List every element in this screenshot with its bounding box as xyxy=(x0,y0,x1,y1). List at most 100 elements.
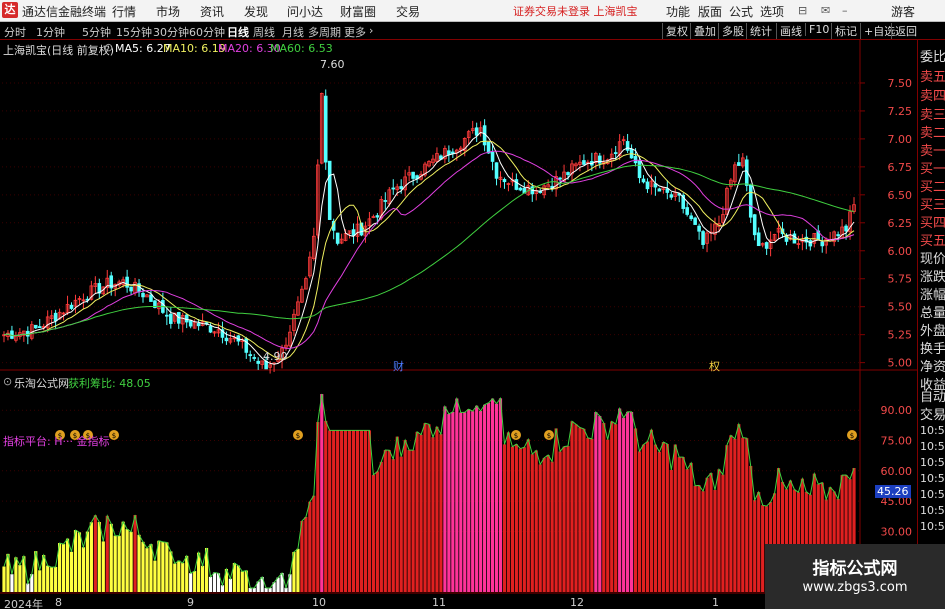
candle-body xyxy=(355,223,360,237)
candle-body xyxy=(451,151,455,154)
indicator-bar xyxy=(741,437,745,592)
menu-trade[interactable]: 交易 xyxy=(396,3,420,20)
finance-event-mark[interactable]: 财 xyxy=(393,358,404,374)
f10-button[interactable]: F10 xyxy=(805,23,832,36)
candle-body xyxy=(153,300,157,309)
period-15min[interactable]: 15分钟 xyxy=(116,24,152,40)
period-30min[interactable]: 30分钟 xyxy=(153,24,189,40)
candle-body xyxy=(204,322,209,325)
stats-button[interactable]: 统计 xyxy=(746,23,775,39)
candle-body xyxy=(323,95,328,163)
back-button[interactable]: 返回 xyxy=(891,23,920,39)
adjust-button[interactable]: 复权 xyxy=(662,23,691,39)
candle-body xyxy=(339,238,344,244)
menu-ask[interactable]: 问小达 xyxy=(287,3,323,20)
period-multi[interactable]: 多周期 xyxy=(308,24,341,40)
kline-chart[interactable]: $ $ $ $ $ $ $ $ 7.507.257.006.756.506.256.005.7… xyxy=(0,0,945,609)
period-1min[interactable]: 1分钟 xyxy=(36,24,65,40)
indicator-bar xyxy=(18,565,22,592)
quote-side-panel: 委比 卖五 卖四 卖三 卖二 卖一 买一 买二 买三 买四 买五 现价 涨跌 涨… xyxy=(917,40,945,609)
candle-body xyxy=(764,242,769,249)
candle-body xyxy=(435,153,439,162)
overlay-button[interactable]: 叠加 xyxy=(690,23,719,39)
period-5min[interactable]: 5分钟 xyxy=(82,24,111,40)
panel-label-bid2: 买二 xyxy=(920,180,945,195)
menu-options[interactable]: 选项 xyxy=(760,3,784,20)
candle-body xyxy=(737,162,741,166)
skin-icon[interactable]: ⊟ xyxy=(798,4,807,17)
candle-body xyxy=(526,185,531,196)
candle-body xyxy=(18,332,22,337)
tick-time-2: 10:54 xyxy=(920,440,945,453)
indicator-bar xyxy=(54,566,58,592)
minimize-icon[interactable]: – xyxy=(842,4,848,17)
menu-quotes[interactable]: 行情 xyxy=(112,3,136,20)
candle-body xyxy=(574,163,578,167)
multi-stock-button[interactable]: 多股 xyxy=(718,23,747,39)
candle-body xyxy=(327,160,332,220)
mail-icon[interactable]: ✉ xyxy=(821,4,830,17)
candle-body xyxy=(514,179,519,190)
candle-body xyxy=(2,334,6,337)
money-bag-shape xyxy=(847,430,857,440)
candle-body xyxy=(61,312,66,315)
price-tick-label: 5.25 xyxy=(888,329,913,342)
indicator-platform-label: 指标平台: H··· 金指标 xyxy=(3,435,110,448)
candle-body xyxy=(538,190,543,194)
date-axis-aug: 8 xyxy=(55,596,62,609)
indicator-bar xyxy=(284,587,288,592)
menu-discover[interactable]: 发现 xyxy=(244,3,268,20)
menu-formula[interactable]: 公式 xyxy=(729,3,753,20)
menu-market[interactable]: 市场 xyxy=(156,3,180,20)
indicator-bar xyxy=(101,541,105,592)
panel-label-change: 涨跌 xyxy=(920,270,945,285)
indicator-bar xyxy=(594,412,598,592)
draw-line-button[interactable]: 画线 xyxy=(776,23,805,39)
period-monthly[interactable]: 月线 xyxy=(282,24,304,40)
app-name: 通达信金融终端 xyxy=(22,5,107,19)
candle-body xyxy=(625,141,630,151)
indicator-bar xyxy=(193,571,197,592)
chart-grid xyxy=(0,40,917,594)
candle-body xyxy=(172,312,177,322)
indicator-bar xyxy=(10,574,14,592)
candle-body xyxy=(462,138,467,151)
period-more[interactable]: 更多 xyxy=(344,24,366,40)
period-weekly[interactable]: 周线 xyxy=(253,24,275,40)
panel-label-change-pct: 涨幅 xyxy=(920,288,945,303)
period-timeshare[interactable]: 分时 xyxy=(4,24,26,40)
period-daily[interactable]: 日线 xyxy=(227,24,249,40)
candle-body xyxy=(669,194,674,198)
indicator-bar xyxy=(212,572,217,592)
panel-label-volume: 总量 xyxy=(920,306,945,321)
candle-body xyxy=(474,127,479,136)
period-60min[interactable]: 60分钟 xyxy=(189,24,225,40)
candle-body xyxy=(768,239,773,249)
indicator-bar xyxy=(312,495,316,592)
candle-body xyxy=(510,179,515,183)
menu-wealth[interactable]: 财富圈 xyxy=(340,3,376,20)
guest-label[interactable]: 游客 xyxy=(891,3,915,20)
candle-body xyxy=(37,326,42,328)
indicator-bar xyxy=(721,474,725,592)
candle-body xyxy=(701,231,705,245)
indicator-bar xyxy=(34,551,38,592)
menu-function[interactable]: 功能 xyxy=(666,3,690,20)
mark-button[interactable]: 标记 xyxy=(831,23,860,39)
login-notice[interactable]: 证券交易未登录 上海凯宝 xyxy=(513,3,638,19)
settings-icon[interactable]: ⊙ xyxy=(104,41,113,54)
candle-body xyxy=(387,189,392,205)
rights-event-mark[interactable]: 权 xyxy=(709,358,720,374)
indicator-bar xyxy=(435,426,439,592)
money-bag-icon: $ xyxy=(293,430,303,440)
panel-label-auto[interactable]: 自动 xyxy=(920,386,945,405)
menu-layout[interactable]: 版面 xyxy=(698,3,722,20)
chevron-right-icon[interactable]: › xyxy=(369,24,373,37)
candle-body xyxy=(590,161,594,166)
panel-label-ask5: 卖五 xyxy=(920,70,945,85)
indicator-settings-icon[interactable]: ⊙ xyxy=(3,375,12,388)
candle-body xyxy=(482,125,487,146)
menu-news[interactable]: 资讯 xyxy=(200,3,224,20)
candle-body xyxy=(605,159,610,164)
panel-label-trade[interactable]: 交易 xyxy=(920,404,945,423)
